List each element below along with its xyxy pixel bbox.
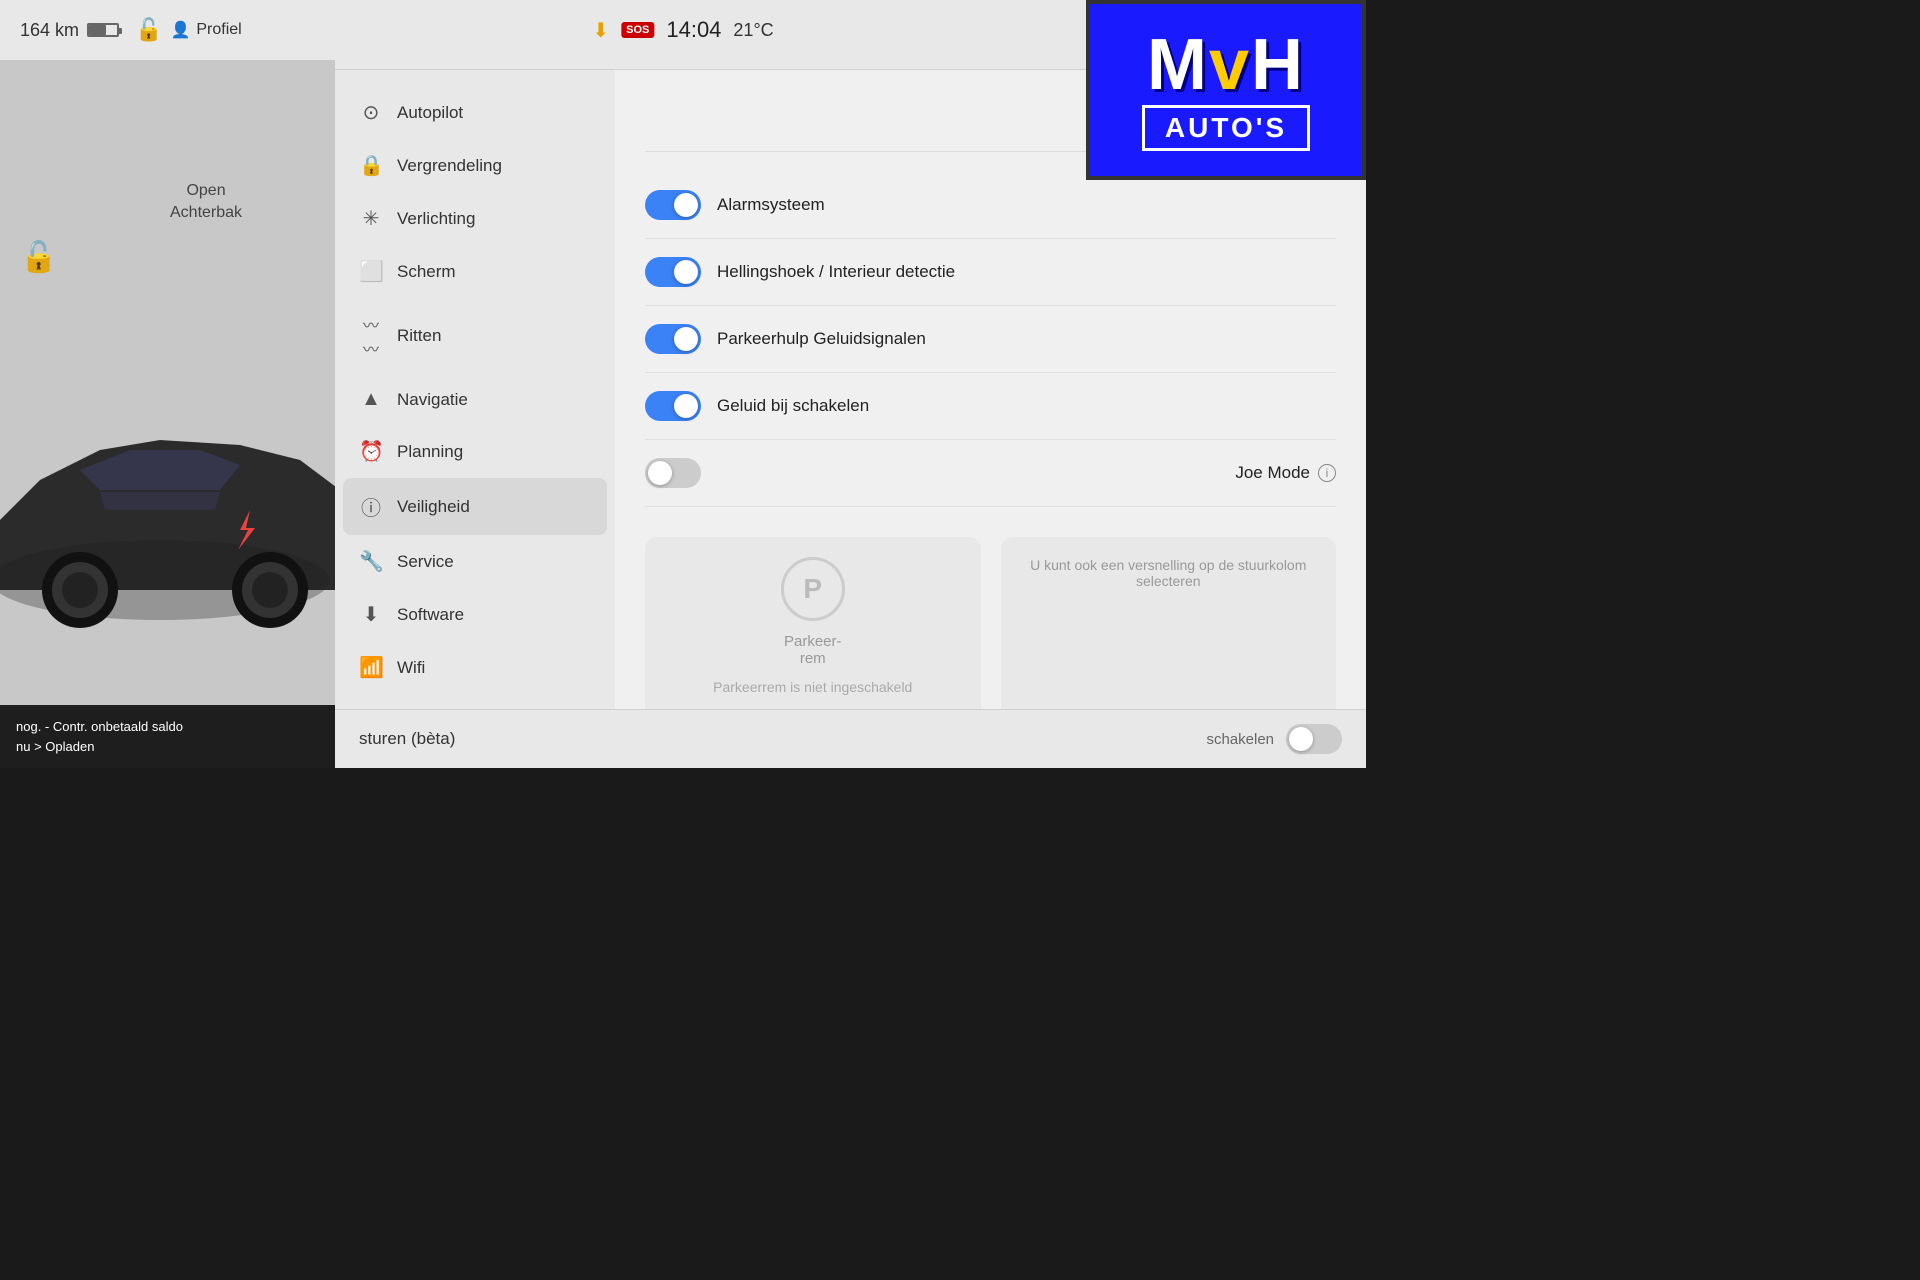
battery-km: 164 km	[20, 20, 79, 41]
nav-item-vergrendeling[interactable]: 🔒 Vergrendeling	[335, 139, 615, 192]
beta-toggle[interactable]	[1286, 724, 1342, 754]
service-icon: 🔧	[359, 549, 383, 574]
software-label: Software	[397, 605, 464, 625]
scherm-label: Scherm	[397, 262, 456, 282]
nav-item-autopilot[interactable]: ⊙ Autopilot	[335, 86, 615, 139]
nav-item-scherm[interactable]: ⬜ Scherm	[335, 245, 615, 298]
scherm-icon: ⬜	[359, 259, 383, 284]
wifi-label: Wifi	[397, 658, 425, 678]
info-line-2: nu > Opladen	[16, 737, 319, 757]
ritten-icon: 〰〰	[359, 312, 383, 360]
geluid-row: Geluid bij schakelen	[645, 373, 1336, 440]
veiligheid-label: Veiligheid	[397, 497, 470, 517]
car-lock-icon: 🔓	[20, 240, 57, 275]
parkeerrem-label: Parkeer-rem	[784, 633, 842, 667]
verlichting-label: Verlichting	[397, 209, 475, 229]
service-label: Service	[397, 552, 454, 572]
planning-icon: ⏰	[359, 439, 383, 464]
parkeerhulp-toggle[interactable]	[645, 324, 701, 354]
beta-section: sturen (bèta) schakelen	[335, 709, 1366, 768]
navigatie-icon: ▲	[359, 388, 383, 411]
hellingshoek-row: Hellingshoek / Interieur detectie	[645, 239, 1336, 306]
ritten-label: Ritten	[397, 326, 441, 346]
autos-badge: AUTO'S	[1142, 105, 1310, 151]
joemode-row: Joe Mode i	[645, 440, 1336, 507]
alarmsysteem-label: Alarmsysteem	[717, 195, 1336, 215]
geluid-knob	[674, 394, 698, 418]
geluid-label: Geluid bij schakelen	[717, 396, 1336, 416]
nav-item-wifi[interactable]: 📶 Wifi	[335, 641, 615, 694]
hellingshoek-knob	[674, 260, 698, 284]
lock-status-icon: 🔓	[135, 17, 162, 43]
beta-right: schakelen	[1206, 724, 1342, 754]
joemode-toggle[interactable]	[645, 458, 701, 488]
vergrendeling-icon: 🔒	[359, 153, 383, 178]
planning-label: Planning	[397, 442, 463, 462]
status-left: 164 km 🔓 👤 Profiel	[20, 17, 242, 43]
stuurkolom-instruction: U kunt ook een versnelling op de stuurko…	[1021, 557, 1317, 589]
profile-label-left: Profiel	[196, 21, 241, 39]
mvh-logo: MvH AUTO'S	[1086, 0, 1366, 180]
veiligheid-icon: ⓘ	[359, 492, 383, 521]
joemode-label: Joe Mode	[1235, 463, 1310, 483]
wifi-icon: 📶	[359, 655, 383, 680]
security-settings: Alarmsysteem Hellingshoek / Interieur de…	[645, 172, 1336, 507]
alarmsysteem-knob	[674, 193, 698, 217]
sos-badge: SOS	[621, 22, 654, 38]
alarmsysteem-row: Alarmsysteem	[645, 172, 1336, 239]
nav-item-veiligheid[interactable]: ⓘ Veiligheid	[343, 478, 607, 535]
nav-item-navigatie[interactable]: ▲ Navigatie	[335, 374, 615, 425]
software-icon: ⬇	[359, 602, 383, 627]
schakelen-label: schakelen	[1206, 731, 1274, 748]
hellingshoek-toggle[interactable]	[645, 257, 701, 287]
nav-menu: ⊙ Autopilot 🔒 Vergrendeling ✳ Verlichtin…	[335, 70, 615, 768]
nav-item-planning[interactable]: ⏰ Planning	[335, 425, 615, 478]
joemode-info-icon[interactable]: i	[1318, 464, 1336, 482]
car-background	[0, 0, 340, 768]
battery-fill	[89, 25, 106, 35]
bottom-left-info: nog. - Contr. onbetaald saldo nu > Oplad…	[0, 705, 335, 768]
nav-item-ritten[interactable]: 〰〰 Ritten	[335, 298, 615, 374]
beta-label: sturen (bèta)	[359, 729, 455, 749]
battery-icon	[87, 23, 119, 37]
parkeerhulp-knob	[674, 327, 698, 351]
profile-button-left[interactable]: 👤 Profiel	[170, 20, 241, 40]
geluid-toggle[interactable]	[645, 391, 701, 421]
parkeerhulp-row: Parkeerhulp Geluidsignalen	[645, 306, 1336, 373]
vergrendeling-label: Vergrendeling	[397, 156, 502, 176]
parkeerhulp-label: Parkeerhulp Geluidsignalen	[717, 329, 1336, 349]
profile-person-icon: 👤	[170, 20, 190, 40]
download-status-icon: ⬇	[592, 18, 609, 43]
nav-item-service[interactable]: 🔧 Service	[335, 535, 615, 588]
time-display: 14:04	[666, 17, 721, 43]
autopilot-label: Autopilot	[397, 103, 463, 123]
mvh-text: MvH	[1147, 29, 1305, 101]
beta-knob	[1289, 727, 1313, 751]
verlichting-icon: ✳	[359, 206, 383, 231]
temperature-display: 21°C	[733, 20, 773, 41]
navigatie-label: Navigatie	[397, 390, 468, 410]
parking-p-icon: P	[781, 557, 845, 621]
joemode-knob	[648, 461, 672, 485]
hellingshoek-label: Hellingshoek / Interieur detectie	[717, 262, 1336, 282]
open-achterbak-label: Open Achterbak	[170, 180, 242, 225]
nav-item-verlichting[interactable]: ✳ Verlichting	[335, 192, 615, 245]
status-center: ⬇ SOS 14:04 21°C	[592, 17, 773, 43]
parkeerrem-status: Parkeerrem is niet ingeschakeld	[713, 679, 912, 695]
nav-item-software[interactable]: ⬇ Software	[335, 588, 615, 641]
info-line-1: nog. - Contr. onbetaald saldo	[16, 717, 319, 737]
autopilot-icon: ⊙	[359, 100, 383, 125]
alarmsysteem-toggle[interactable]	[645, 190, 701, 220]
joemode-label-group: Joe Mode i	[1235, 463, 1336, 483]
